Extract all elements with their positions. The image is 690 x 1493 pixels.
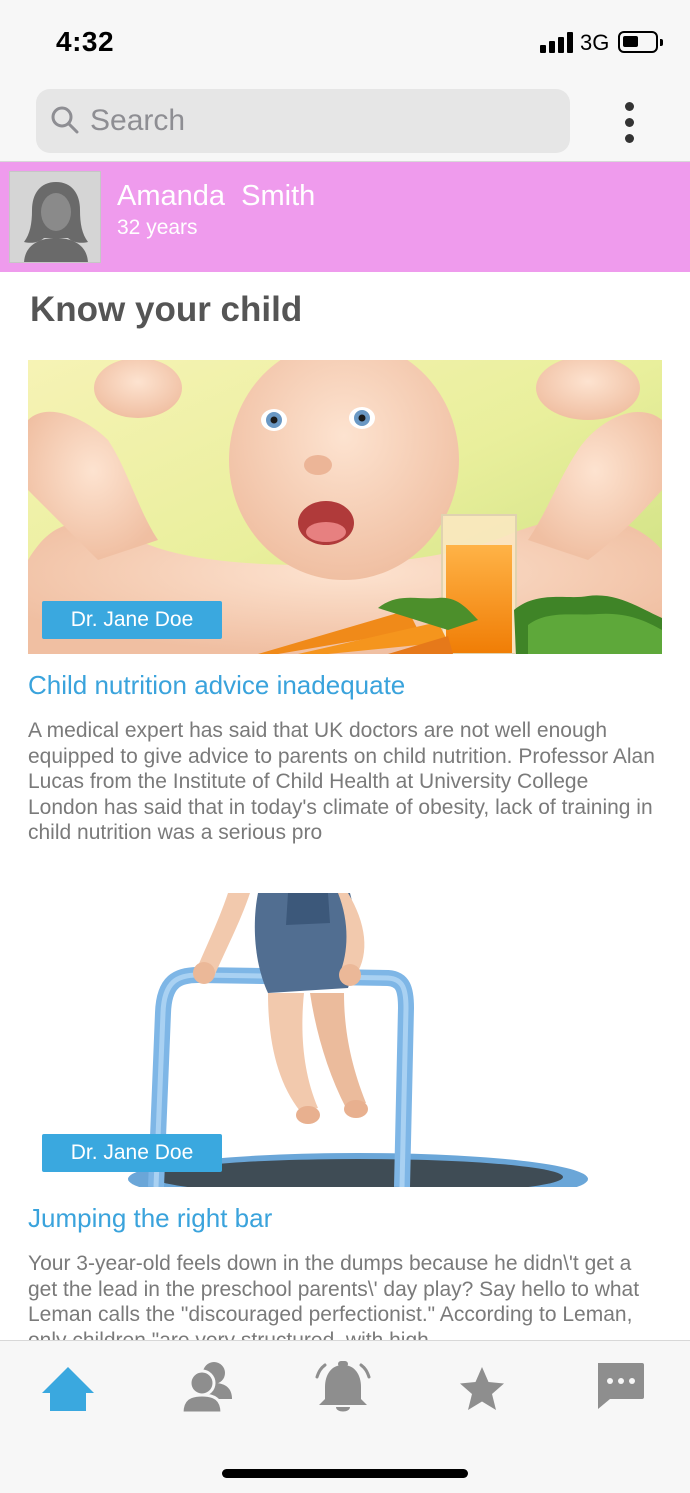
user-silhouette-icon <box>10 172 100 262</box>
article-title[interactable]: Child nutrition advice inadequate <box>28 670 405 701</box>
tab-notifications[interactable] <box>303 1355 383 1419</box>
article-image[interactable]: Dr. Jane Doe <box>28 360 662 654</box>
page-title: Know your child <box>30 290 303 329</box>
status-bar: 4:32 3G <box>0 0 690 80</box>
tab-home[interactable] <box>28 1355 108 1419</box>
signal-icon <box>540 31 574 53</box>
tab-bar <box>0 1340 690 1493</box>
article-excerpt: A medical expert has said that UK doctor… <box>28 719 655 844</box>
search-input[interactable] <box>90 97 550 145</box>
tab-people[interactable] <box>168 1355 248 1419</box>
author-badge[interactable]: Dr. Jane Doe <box>42 601 222 639</box>
avatar[interactable] <box>9 171 101 263</box>
article-excerpt: Your 3-year-old feels down in the dumps … <box>28 1252 640 1340</box>
people-icon <box>180 1362 232 1415</box>
article-title[interactable]: Jumping the right bar <box>28 1203 272 1234</box>
search-header <box>0 80 690 162</box>
home-indicator[interactable] <box>222 1469 468 1478</box>
author-badge[interactable]: Dr. Jane Doe <box>42 1134 222 1172</box>
star-icon <box>460 1367 504 1410</box>
tab-favorites[interactable] <box>442 1355 522 1419</box>
search-bar[interactable] <box>36 89 570 153</box>
article-feed[interactable]: Know your child Dr. Jane Doe Child nutri… <box>0 272 690 1340</box>
profile-banner[interactable]: Amanda Smith 32 years <box>0 162 690 272</box>
network-type: 3G <box>580 30 610 55</box>
battery-icon <box>618 31 663 53</box>
chat-icon <box>598 1363 644 1409</box>
article-image[interactable]: Dr. Jane Doe <box>28 893 662 1187</box>
search-icon <box>51 106 79 134</box>
profile-name: Amanda Smith <box>117 180 316 212</box>
status-time: 4:32 <box>56 26 115 57</box>
profile-age: 32 years <box>117 216 198 239</box>
tab-messages[interactable] <box>580 1355 660 1419</box>
home-icon <box>42 1367 94 1411</box>
more-options-icon[interactable] <box>612 100 648 144</box>
bell-icon <box>315 1361 371 1412</box>
